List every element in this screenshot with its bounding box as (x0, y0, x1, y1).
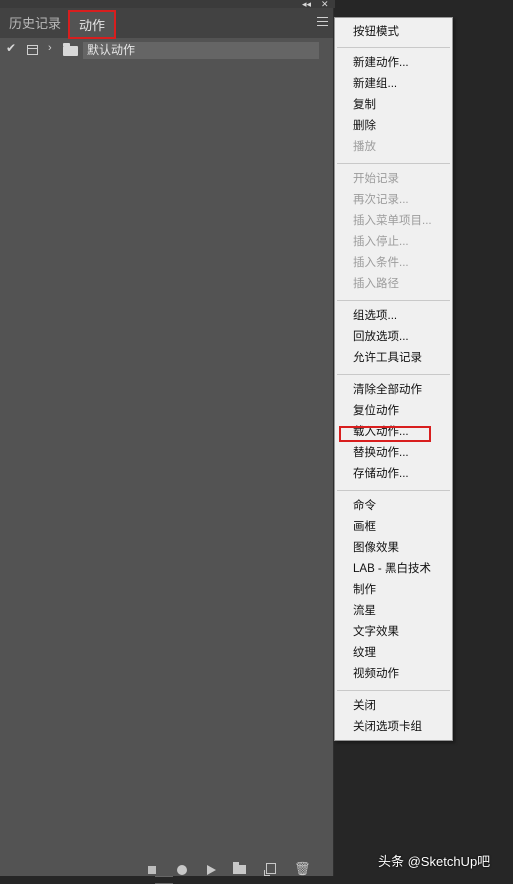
watermark: 头条 @SketchUp吧 (378, 854, 491, 869)
panel-flyout-menu: 按钮模式 新建动作... 新建组... 复制 删除 播放 开始记录 再次记录..… (334, 17, 453, 741)
action-set-name[interactable]: 默认动作 (83, 42, 319, 59)
menu-separator (337, 374, 450, 375)
folder-icon (63, 43, 78, 56)
menu-separator (337, 490, 450, 491)
menu-item-video-actions[interactable]: 视频动作 (353, 664, 399, 685)
menu-item-lab-bw-technique[interactable]: LAB - 黑白技术 (353, 559, 431, 580)
menu-item-insert-menu-item[interactable]: 插入菜单项目... (353, 211, 432, 232)
stop-icon[interactable] (148, 866, 156, 874)
menu-item-production[interactable]: 制作 (353, 580, 376, 601)
menu-item-commands[interactable]: 命令 (353, 496, 376, 517)
menu-item-insert-path[interactable]: 插入路径 (353, 274, 399, 295)
menu-item-textures[interactable]: 纹理 (353, 643, 376, 664)
menu-item-set-options[interactable]: 组选项... (353, 306, 397, 327)
new-set-icon[interactable] (233, 862, 246, 874)
action-set-row[interactable]: ✔ › 默认动作 (0, 40, 333, 62)
menu-item-reset-actions[interactable]: 复位动作 (353, 401, 399, 422)
menu-item-delete[interactable]: 删除 (353, 116, 376, 137)
menu-item-close-tab-group[interactable]: 关闭选项卡组 (353, 717, 422, 738)
load-actions-highlight-box (339, 426, 431, 442)
menu-item-insert-stop[interactable]: 插入停止... (353, 232, 409, 253)
panel-top-strip (0, 0, 335, 8)
menu-item-duplicate[interactable]: 复制 (353, 95, 376, 116)
tab-actions[interactable]: 动作 (68, 10, 116, 39)
tab-history[interactable]: 历史记录 (9, 8, 61, 38)
menu-item-image-effects[interactable]: 图像效果 (353, 538, 399, 559)
collapse-panel-icon[interactable]: ◂◂ (302, 0, 311, 9)
dialog-toggle-icon[interactable] (27, 45, 38, 55)
menu-item-frames[interactable]: 画框 (353, 517, 376, 538)
menu-item-allow-tool-recording[interactable]: 允许工具记录 (353, 348, 422, 369)
menu-item-insert-conditional[interactable]: 插入条件... (353, 253, 409, 274)
actions-panel: 历史记录 动作 ✔ › 默认动作 🗑 (0, 8, 334, 876)
menu-item-play[interactable]: 播放 (353, 137, 376, 158)
trash-icon[interactable]: 🗑 (294, 862, 311, 875)
menu-separator (337, 300, 450, 301)
panel-tab-bar: 历史记录 动作 (0, 8, 333, 39)
play-icon[interactable] (207, 865, 216, 875)
menu-item-text-effects[interactable]: 文字效果 (353, 622, 399, 643)
chevron-right-icon[interactable]: › (48, 42, 52, 54)
menu-item-new-action[interactable]: 新建动作... (353, 53, 409, 74)
panel-menu-icon[interactable] (317, 17, 328, 27)
new-action-icon[interactable] (264, 863, 276, 876)
close-panel-icon[interactable]: ✕ (321, 0, 329, 9)
menu-separator (337, 163, 450, 164)
checkmark-icon[interactable]: ✔ (6, 41, 16, 55)
record-icon[interactable] (177, 865, 187, 875)
resize-grip[interactable] (155, 876, 173, 884)
menu-item-new-set[interactable]: 新建组... (353, 74, 397, 95)
menu-separator (337, 690, 450, 691)
menu-item-playback-options[interactable]: 回放选项... (353, 327, 409, 348)
menu-item-stars-trails[interactable]: 流星 (353, 601, 376, 622)
menu-item-close[interactable]: 关闭 (353, 696, 376, 717)
menu-item-clear-all-actions[interactable]: 清除全部动作 (353, 380, 422, 401)
menu-item-record-again[interactable]: 再次记录... (353, 190, 409, 211)
menu-item-button-mode[interactable]: 按钮模式 (353, 22, 399, 43)
menu-separator (337, 47, 450, 48)
menu-item-save-actions[interactable]: 存储动作... (353, 464, 409, 485)
menu-item-replace-actions[interactable]: 替换动作... (353, 443, 409, 464)
menu-item-start-recording[interactable]: 开始记录 (353, 169, 399, 190)
